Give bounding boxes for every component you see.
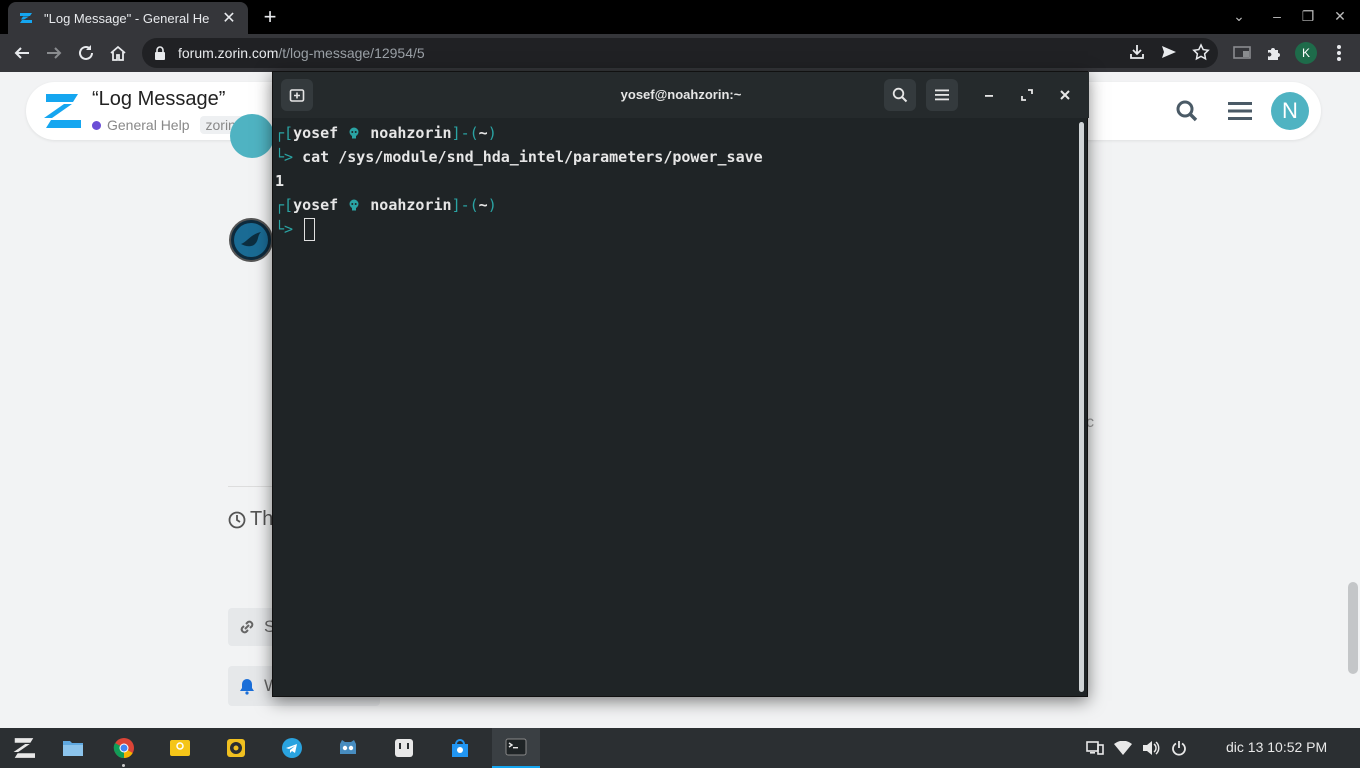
files-folder-icon[interactable]	[49, 728, 97, 768]
browser-toolbar: forum.zorin.com /t/log-message/12954/5 K	[0, 34, 1360, 72]
terminal-maximize-icon[interactable]	[1011, 79, 1043, 111]
browser-menu-icon[interactable]	[1328, 42, 1350, 64]
reply-author-avatar[interactable]	[229, 218, 273, 262]
taskbar-clock[interactable]: dic 13 10:52 PM	[1226, 739, 1327, 755]
cast-icon[interactable]	[1231, 42, 1253, 64]
install-app-icon[interactable]	[1128, 43, 1146, 66]
skull-icon-2	[347, 199, 361, 211]
terminal-search-icon[interactable]	[884, 79, 916, 111]
skull-icon	[347, 127, 361, 139]
category-dot	[92, 120, 101, 130]
new-tab-button[interactable]: +	[260, 4, 280, 30]
output-line: 1	[275, 170, 284, 192]
mail-icon[interactable]	[156, 728, 204, 768]
topic-timer-text: Th	[250, 508, 274, 530]
prompt-dir-2: ~	[478, 196, 488, 214]
prompt-host: noahzorin	[370, 124, 452, 142]
browser-tab[interactable]: "Log Message" - General He ✕	[8, 2, 248, 34]
display-icon[interactable]	[1085, 738, 1105, 758]
running-indicator	[122, 764, 125, 767]
software-store-icon[interactable]	[436, 728, 484, 768]
command-line: └> cat /sys/module/snd_hda_intel/paramet…	[275, 148, 763, 166]
hamburger-menu-icon[interactable]	[1228, 101, 1252, 126]
terminal-cursor[interactable]	[304, 217, 316, 241]
zorin-menu-icon[interactable]	[0, 728, 48, 768]
prompt-user-2: yosef	[293, 196, 339, 214]
page-scrollbar-thumb[interactable]	[1348, 582, 1358, 674]
send-icon[interactable]	[1160, 43, 1178, 66]
telegram-icon[interactable]	[268, 728, 316, 768]
tab-title: "Log Message" - General He	[44, 10, 210, 26]
terminal-headerbar: yosef@noahzorin:~	[273, 72, 1089, 118]
lock-icon[interactable]	[154, 46, 166, 60]
prompt-line-2: ┌[yosef noahzorin]-(~)	[275, 196, 497, 214]
command-output: 1	[275, 172, 285, 190]
prompt-host-2: noahzorin	[370, 196, 452, 214]
input-line[interactable]: └>	[275, 217, 316, 241]
chrome-icon[interactable]	[100, 728, 148, 768]
topic-title[interactable]: “Log Message”	[92, 88, 225, 111]
restore-window-icon[interactable]: ❐	[1298, 8, 1318, 25]
wifi-icon[interactable]	[1113, 738, 1133, 758]
browser-tab-strip: "Log Message" - General He ✕ + ⌄ – ❐ ✕	[0, 0, 1360, 34]
power-icon[interactable]	[1169, 738, 1189, 758]
home-icon[interactable]	[107, 42, 129, 64]
extensions-puzzle-icon[interactable]	[1263, 42, 1285, 64]
url-path: /t/log-message/12954/5	[278, 45, 425, 61]
zorin-logo-icon[interactable]	[42, 92, 82, 130]
terminal-taskbar-icon[interactable]	[492, 728, 540, 768]
category-link[interactable]: General Help	[107, 117, 190, 133]
post-author-avatar[interactable]	[230, 114, 274, 158]
bell-icon	[238, 677, 256, 695]
app-icon-window[interactable]	[380, 728, 428, 768]
user-avatar[interactable]: N	[1271, 92, 1309, 130]
terminal-minimize-icon[interactable]	[973, 79, 1005, 111]
command-text: cat /sys/module/snd_hda_intel/parameters…	[302, 148, 763, 166]
terminal-window[interactable]: yosef@noahzorin:~ ┌[yosef noahzorin]-(~)…	[272, 71, 1089, 698]
minimize-window-icon[interactable]: –	[1267, 8, 1287, 24]
music-player-icon[interactable]	[212, 728, 260, 768]
forward-arrow-icon[interactable]	[43, 42, 65, 64]
zorin-favicon-icon	[18, 10, 34, 26]
address-bar[interactable]: forum.zorin.com /t/log-message/12954/5	[142, 38, 1218, 68]
taskbar: dic 13 10:52 PM	[0, 728, 1360, 768]
tab-search-chevron-icon[interactable]: ⌄	[1229, 8, 1249, 25]
tab-close-icon[interactable]: ✕	[220, 8, 238, 28]
link-icon	[238, 618, 256, 636]
prompt-line: ┌[yosef noahzorin]-(~)	[275, 124, 497, 142]
bookmark-star-icon[interactable]	[1192, 43, 1210, 66]
clock-icon	[228, 511, 246, 529]
back-arrow-icon[interactable]	[11, 42, 33, 64]
terminal-scrollbar[interactable]	[1079, 122, 1084, 692]
volume-icon[interactable]	[1141, 738, 1161, 758]
prompt-user: yosef	[293, 124, 339, 142]
search-icon[interactable]	[1176, 100, 1198, 127]
terminal-close-icon[interactable]	[1049, 79, 1081, 111]
terminal-menu-icon[interactable]	[926, 79, 958, 111]
topic-timer: Th	[228, 508, 273, 531]
url-host: forum.zorin.com	[178, 45, 279, 61]
new-tab-terminal-button[interactable]	[281, 79, 313, 111]
reload-icon[interactable]	[75, 42, 97, 64]
godot-icon[interactable]	[324, 728, 372, 768]
terminal-output[interactable]: ┌[yosef noahzorin]-(~) └> cat /sys/modul…	[273, 118, 1079, 698]
close-window-icon[interactable]: ✕	[1330, 8, 1350, 25]
profile-avatar[interactable]: K	[1295, 42, 1317, 64]
prompt-dir: ~	[478, 124, 488, 142]
terminal-title: yosef@noahzorin:~	[620, 87, 742, 102]
